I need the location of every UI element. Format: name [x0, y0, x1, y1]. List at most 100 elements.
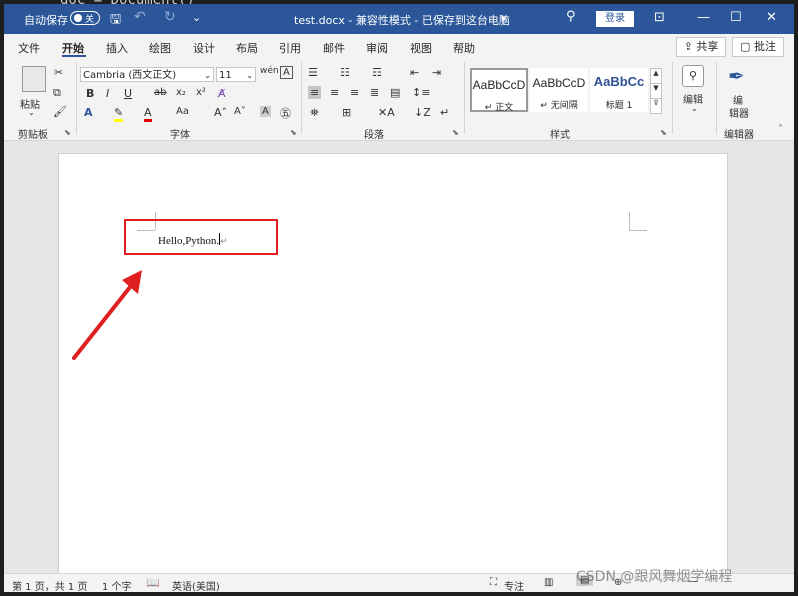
shrink-font-icon[interactable]: A˅	[234, 106, 246, 117]
autosave-label: 自动保存	[24, 14, 68, 27]
highlight-icon[interactable]: ✎	[114, 106, 124, 122]
subscript-icon[interactable]: x₂	[176, 87, 186, 98]
focus-icon[interactable]: ⛶	[490, 577, 497, 588]
tab-home[interactable]: 开始	[62, 40, 84, 56]
tab-mailings[interactable]: 邮件	[323, 40, 345, 56]
separator	[76, 62, 77, 134]
font-name-value: Cambria (西文正文)	[83, 70, 177, 81]
clear-formatting-icon[interactable]: A̸	[218, 87, 226, 100]
editor-label-line2[interactable]: 辑器	[729, 105, 749, 120]
style-normal[interactable]: AaBbCcD ↵ 正文	[470, 68, 528, 113]
tab-draw[interactable]: 绘图	[149, 40, 171, 56]
ribbon-display-options-icon[interactable]: ⊡	[654, 10, 665, 25]
title-dropdown-icon[interactable]: ▾	[501, 12, 507, 25]
superscript-icon[interactable]: x²	[196, 87, 206, 98]
minimize-icon[interactable]: —	[697, 10, 710, 25]
text-effects-icon[interactable]: A	[84, 106, 93, 119]
styles-scroll-down-icon[interactable]: ▼	[650, 83, 662, 99]
toggle-knob	[74, 14, 82, 22]
style-heading-1[interactable]: AaBbCc 标题 1	[590, 68, 648, 112]
paste-icon[interactable]	[22, 66, 46, 92]
show-marks-icon[interactable]: ↵	[440, 106, 449, 119]
paste-dropdown-icon[interactable]: ⌄	[28, 108, 35, 117]
tab-design[interactable]: 设计	[193, 40, 215, 56]
collapse-ribbon-icon[interactable]: ˄	[778, 124, 783, 135]
italic-icon[interactable]: I	[106, 87, 109, 100]
word-count[interactable]: 1 个字	[102, 578, 132, 592]
justify-icon[interactable]: ≣	[370, 86, 379, 99]
search-icon[interactable]: ⚲	[566, 9, 576, 24]
cut-icon[interactable]: ✂	[54, 66, 63, 79]
copy-icon[interactable]: ⧉	[53, 86, 61, 100]
language[interactable]: 英语(美国)	[172, 578, 220, 592]
increase-indent-icon[interactable]: ⇥	[432, 66, 441, 79]
numbering-icon[interactable]: ☷	[340, 66, 350, 79]
clipboard-group-label: 剪贴板	[18, 130, 48, 141]
clipboard-launcher-icon[interactable]: ⬊	[64, 128, 71, 137]
sort-icon[interactable]: ↓Z	[414, 106, 431, 119]
paragraph-launcher-icon[interactable]: ⬊	[452, 128, 459, 137]
underline-icon[interactable]: U	[124, 87, 132, 100]
font-size-combo[interactable]: 11 ⌄	[216, 67, 256, 82]
tab-layout[interactable]: 布局	[236, 40, 258, 56]
tab-view[interactable]: 视图	[410, 40, 432, 56]
save-icon[interactable]: 🖫	[110, 10, 121, 32]
tab-review[interactable]: 审阅	[366, 40, 388, 56]
strikethrough-icon[interactable]: ab	[154, 87, 166, 98]
bullets-icon[interactable]: ☰	[308, 66, 318, 79]
change-case-icon[interactable]: Aa	[176, 106, 189, 117]
close-icon[interactable]: ✕	[766, 10, 777, 25]
distributed-icon[interactable]: ▤	[390, 86, 400, 99]
align-right-icon[interactable]: ≡	[350, 86, 359, 99]
line-spacing-icon[interactable]: ↕≡	[412, 86, 430, 99]
proofing-icon[interactable]: 📖	[146, 576, 160, 589]
editing-search-icon[interactable]: ⚲	[682, 65, 704, 87]
chevron-down-icon[interactable]: ⌄	[691, 104, 698, 113]
page-count[interactable]: 第 1 页，共 1 页	[12, 578, 87, 592]
margin-mark-top-right	[629, 212, 630, 230]
tab-file[interactable]: 文件	[18, 40, 40, 56]
font-group-label: 字体	[170, 130, 190, 141]
document-page[interactable]: Hello,Python.↵	[58, 153, 728, 585]
redo-icon[interactable]: ↻	[164, 9, 176, 25]
character-shading-icon[interactable]: A	[260, 106, 271, 117]
comments-button[interactable]: ▢ 批注	[732, 37, 784, 57]
asian-layout-icon[interactable]: ✕A	[378, 106, 395, 119]
undo-icon[interactable]: ↶	[134, 9, 146, 25]
style-no-spacing[interactable]: AaBbCcD ↵ 无间隔	[530, 68, 588, 112]
align-center-icon[interactable]: ≡	[330, 86, 339, 99]
borders-icon[interactable]: ⊞	[342, 106, 351, 119]
font-name-combo[interactable]: Cambria (西文正文) ⌄	[80, 67, 214, 82]
enclose-characters-icon[interactable]: ㊄	[280, 105, 291, 121]
maximize-icon[interactable]: ☐	[730, 10, 742, 25]
style-name: ↵ 无间隔	[540, 101, 578, 111]
document-title: test.docx - 兼容性模式 - 已保存到这台电脑	[294, 14, 510, 27]
tab-insert[interactable]: 插入	[106, 40, 128, 56]
decrease-indent-icon[interactable]: ⇤	[410, 66, 419, 79]
character-border-icon[interactable]: A	[280, 66, 293, 79]
styles-group-label: 样式	[550, 130, 570, 141]
read-mode-icon[interactable]: ▥	[544, 577, 553, 588]
font-launcher-icon[interactable]: ⬊	[290, 128, 297, 137]
editor-pen-icon[interactable]: ✒	[728, 64, 745, 88]
styles-scroll-up-icon[interactable]: ▲	[650, 68, 662, 84]
autosave-toggle[interactable]: 关	[70, 11, 100, 25]
shading-icon[interactable]: ⛯	[310, 106, 319, 120]
styles-launcher-icon[interactable]: ⬊	[660, 128, 667, 137]
multilevel-list-icon[interactable]: ☶	[372, 66, 382, 79]
align-left-icon[interactable]: ≡	[308, 86, 322, 99]
grow-font-icon[interactable]: A˄	[214, 106, 227, 119]
customize-qat-icon[interactable]: ⌄	[192, 11, 201, 24]
login-button[interactable]: 登录	[596, 11, 634, 27]
font-color-icon[interactable]: A	[144, 106, 152, 122]
phonetic-guide-icon[interactable]: wén	[260, 66, 279, 76]
styles-more-icon[interactable]: ⊽	[650, 98, 662, 114]
ribbon: 粘贴 ⌄ ✂ ⧉ 🖌 剪贴板 ⬊ Cambria (西文正文) ⌄ 11 ⌄ wén…	[4, 58, 794, 141]
share-button[interactable]: ⇪ 共享	[676, 37, 726, 57]
format-painter-icon[interactable]: 🖌	[53, 105, 67, 118]
bold-icon[interactable]: B	[86, 87, 94, 100]
comment-icon: ▢	[740, 40, 751, 53]
focus-label[interactable]: 专注	[504, 578, 524, 592]
tab-help[interactable]: 帮助	[453, 40, 475, 56]
tab-references[interactable]: 引用	[279, 40, 301, 56]
